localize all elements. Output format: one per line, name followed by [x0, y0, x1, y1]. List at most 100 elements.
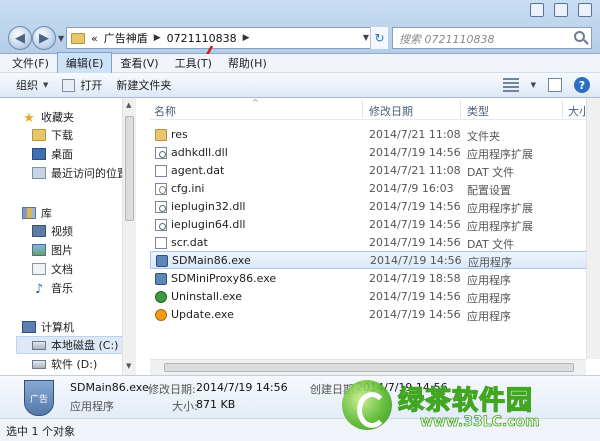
- address-bar[interactable]: « 广告神盾 ▶ 0721110838 ▶ ▼: [66, 27, 388, 49]
- new-folder-button[interactable]: 新建文件夹: [116, 77, 171, 93]
- table-row-selected[interactable]: SDMain86.exe 2014/7/19 14:56 应用程序 8: [150, 251, 600, 269]
- search-icon[interactable]: [574, 31, 585, 42]
- nav-music[interactable]: ♪ 音乐: [32, 279, 73, 297]
- search-input[interactable]: 搜索 0721110838: [392, 27, 592, 49]
- help-icon[interactable]: ?: [574, 77, 590, 93]
- file-date: 2014/7/21 11:08: [369, 128, 461, 141]
- libraries-icon: [22, 207, 36, 219]
- settings-file-icon: [155, 183, 167, 195]
- pictures-icon: [32, 244, 46, 256]
- drive-icon: [32, 359, 46, 369]
- nav-pane-scrollbar[interactable]: ▲ ▼: [122, 98, 136, 375]
- toolbar-right: ▼ ?: [502, 77, 590, 93]
- file-type: 应用程序扩展: [467, 148, 533, 161]
- preview-pane-icon[interactable]: [548, 78, 562, 92]
- close-button[interactable]: [578, 3, 592, 17]
- documents-icon: [32, 263, 46, 275]
- open-button[interactable]: 打开: [62, 77, 102, 93]
- table-row[interactable]: SDMiniProxy86.exe 2014/7/19 18:58 应用程序 5: [150, 270, 600, 288]
- scrollbar-thumb[interactable]: [164, 363, 574, 372]
- computer-icon: [22, 321, 36, 333]
- file-date: 2014/7/19 14:56: [369, 290, 461, 303]
- organize-button[interactable]: 组织 ▼: [16, 77, 48, 93]
- horizontal-scrollbar[interactable]: [150, 359, 586, 375]
- forward-button[interactable]: ▶: [32, 26, 56, 50]
- table-row[interactable]: ieplugin32.dll 2014/7/19 14:56 应用程序扩展 3: [150, 198, 600, 216]
- file-name: SDMain86.exe: [172, 254, 251, 267]
- table-row[interactable]: Uninstall.exe 2014/7/19 14:56 应用程序 3: [150, 288, 600, 306]
- details-file-type: 应用程序: [70, 400, 114, 413]
- nav-downloads[interactable]: 下载: [32, 126, 73, 144]
- file-name: Uninstall.exe: [171, 290, 242, 303]
- file-name: res: [171, 128, 188, 141]
- table-row[interactable]: Update.exe 2014/7/19 14:56 应用程序 3: [150, 306, 600, 324]
- nav-desktop[interactable]: 桌面: [32, 145, 73, 163]
- back-button[interactable]: ◀: [8, 26, 32, 50]
- nav-computer[interactable]: 计算机: [22, 318, 74, 336]
- chevron-right-icon[interactable]: ▶: [243, 33, 250, 43]
- file-name: cfg.ini: [171, 182, 205, 195]
- file-date: 2014/7/19 14:56: [370, 254, 462, 267]
- nav-pictures[interactable]: 图片: [32, 241, 73, 259]
- downloads-folder-icon: [32, 129, 46, 141]
- menu-file[interactable]: 文件(F): [4, 53, 57, 73]
- file-date: 2014/7/19 14:56: [369, 146, 461, 159]
- address-dropdown-icon[interactable]: ▼: [363, 33, 369, 42]
- scroll-down-icon[interactable]: ▼: [126, 362, 131, 370]
- watermark-logo-icon: [342, 380, 392, 430]
- nav-recent[interactable]: 最近访问的位置: [32, 164, 128, 182]
- nav-label: 下载: [51, 129, 73, 142]
- breadcrumb-item[interactable]: 0721110838: [167, 32, 237, 45]
- nav-soft-disk-d[interactable]: 软件 (D:): [32, 355, 97, 373]
- nav-label: 计算机: [41, 321, 74, 334]
- history-dropdown-icon[interactable]: ▼: [58, 34, 64, 43]
- folder-icon: [155, 129, 167, 141]
- breadcrumb-prefix[interactable]: «: [91, 32, 98, 45]
- file-type: 文件夹: [467, 130, 500, 143]
- column-divider[interactable]: [460, 100, 461, 118]
- table-row[interactable]: scr.dat 2014/7/19 14:56 DAT 文件: [150, 234, 600, 252]
- column-date[interactable]: 修改日期: [369, 103, 413, 119]
- open-label: 打开: [80, 79, 103, 92]
- table-row[interactable]: cfg.ini 2014/7/9 16:03 配置设置: [150, 180, 600, 198]
- breadcrumb-item[interactable]: 广告神盾: [104, 30, 148, 46]
- refresh-button[interactable]: ↻: [370, 27, 388, 49]
- change-view-icon[interactable]: [502, 78, 519, 92]
- table-row[interactable]: res 2014/7/21 11:08 文件夹: [150, 126, 600, 144]
- drive-icon: [32, 340, 46, 350]
- column-divider[interactable]: [562, 100, 563, 118]
- table-row[interactable]: agent.dat 2014/7/21 11:08 DAT 文件: [150, 162, 600, 180]
- file-list-scrollbar[interactable]: [586, 98, 600, 359]
- menu-view[interactable]: 查看(V): [112, 53, 166, 73]
- sort-ascending-icon: ^: [252, 98, 259, 107]
- file-type: 配置设置: [467, 184, 511, 197]
- file-name: scr.dat: [171, 236, 208, 249]
- table-row[interactable]: adhkdll.dll 2014/7/19 14:56 应用程序扩展 3: [150, 144, 600, 162]
- nav-documents[interactable]: 文档: [32, 260, 73, 278]
- desktop-icon: [32, 148, 46, 160]
- menu-edit[interactable]: 编辑(E): [56, 52, 113, 74]
- minimize-button[interactable]: [530, 3, 544, 17]
- file-name: ieplugin32.dll: [171, 200, 246, 213]
- column-type[interactable]: 类型: [467, 103, 489, 119]
- nav-videos[interactable]: 视频: [32, 222, 73, 240]
- nav-local-disk-c[interactable]: 本地磁盘 (C:): [16, 336, 128, 354]
- column-divider[interactable]: [362, 100, 363, 118]
- window-controls: [530, 3, 592, 17]
- table-row[interactable]: ieplugin64.dll 2014/7/19 14:56 应用程序扩展 3: [150, 216, 600, 234]
- nav-favorites[interactable]: ★ 收藏夹: [22, 108, 74, 126]
- menu-tools[interactable]: 工具(T): [167, 53, 220, 73]
- chevron-down-icon[interactable]: ▼: [531, 81, 536, 89]
- blank-file-icon: [155, 165, 167, 177]
- nav-libraries[interactable]: 库: [22, 204, 52, 222]
- maximize-button[interactable]: [554, 3, 568, 17]
- file-type: DAT 文件: [467, 166, 515, 179]
- column-name[interactable]: 名称: [154, 103, 176, 119]
- scroll-up-icon[interactable]: ▲: [126, 101, 131, 109]
- menu-help[interactable]: 帮助(H): [220, 53, 275, 73]
- update-icon: [155, 309, 167, 321]
- icon-text: 广告: [29, 394, 48, 405]
- dll-file-icon: [155, 219, 167, 231]
- chevron-right-icon[interactable]: ▶: [154, 33, 161, 43]
- scrollbar-thumb[interactable]: [125, 116, 134, 221]
